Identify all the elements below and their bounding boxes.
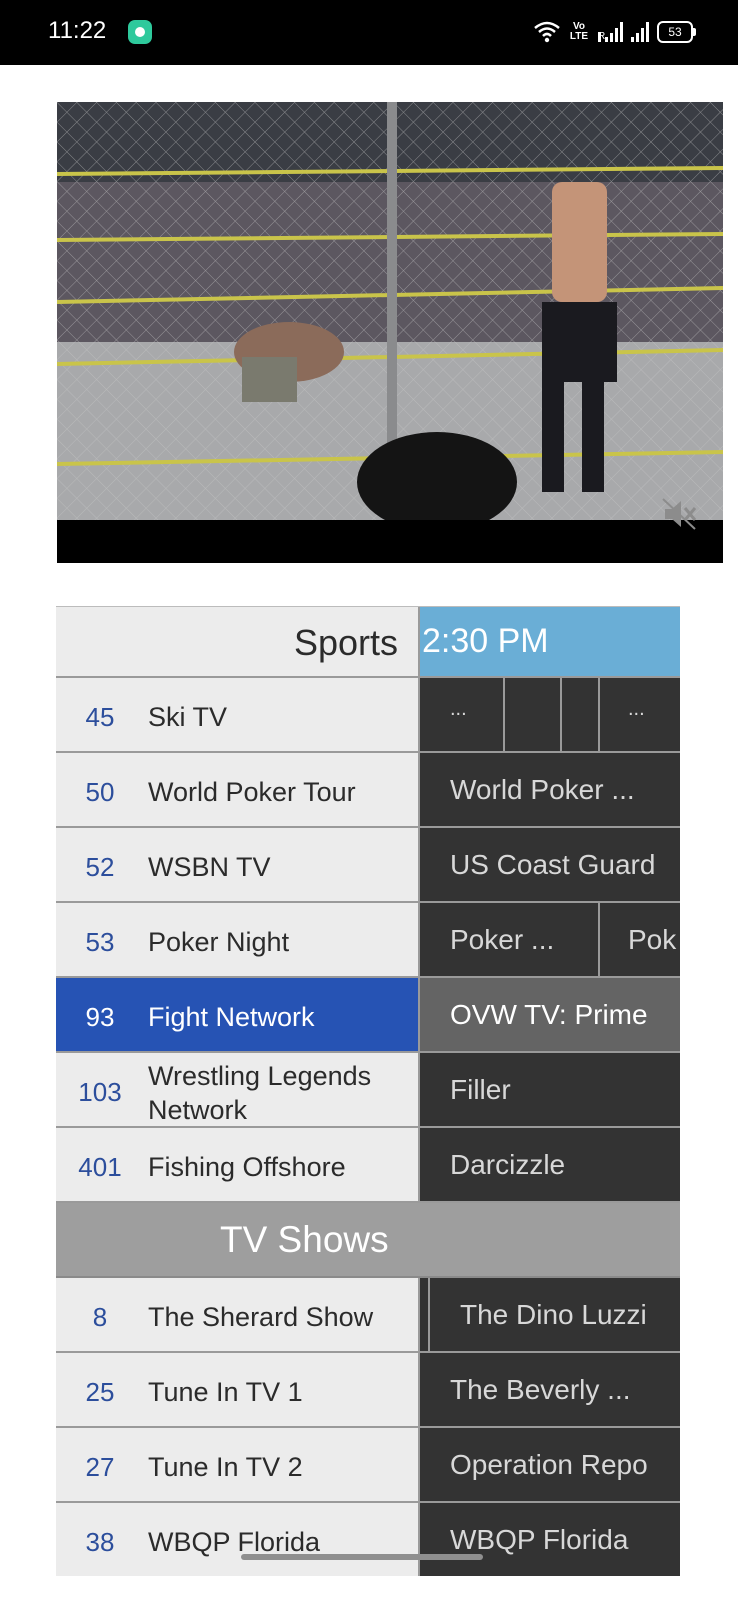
channel-row[interactable]: 8 The Sherard Show The Dino Luzzi <box>56 1278 680 1353</box>
program-cell[interactable]: WBQP Florida <box>420 1503 680 1576</box>
program-title[interactable]: WBQP Florida <box>450 1524 628 1556</box>
channel-row-selected[interactable]: 93 Fight Network OVW TV: Prime <box>56 978 680 1053</box>
home-indicator[interactable] <box>241 1554 483 1560</box>
channel-cell[interactable]: 50 World Poker Tour <box>56 753 420 826</box>
program-title[interactable]: The Dino Luzzi <box>460 1299 647 1331</box>
channel-name: World Poker Tour <box>148 777 356 807</box>
channel-name: The Sherard Show <box>148 1302 374 1332</box>
channel-name: Poker Night <box>148 927 290 957</box>
program-title[interactable]: Operation Repo <box>450 1449 648 1481</box>
program-cell[interactable]: ... ... <box>420 678 680 751</box>
channel-cell[interactable]: 401 Fishing Offshore <box>56 1128 420 1201</box>
program-divider <box>560 678 562 751</box>
program-title[interactable]: Filler <box>450 1074 511 1106</box>
program-cell[interactable]: Operation Repo <box>420 1428 680 1501</box>
channel-cell[interactable]: 93 Fight Network <box>56 978 420 1051</box>
program-title[interactable]: OVW TV: Prime <box>450 999 648 1031</box>
program-title[interactable]: Pok <box>628 924 676 956</box>
app-notification-icon <box>128 20 152 44</box>
channel-row[interactable]: 45 Ski TV ... ... <box>56 678 680 753</box>
program-title[interactable]: ... <box>628 698 645 721</box>
channel-cell[interactable]: 38 WBQP Florida <box>56 1503 420 1576</box>
category-title: Sports <box>293 622 398 663</box>
program-divider <box>598 903 600 976</box>
channel-name: Fight Network <box>148 1002 315 1032</box>
program-title[interactable]: ... <box>450 698 467 721</box>
channel-number: 53 <box>85 927 115 957</box>
category-header-sports: Sports 2:30 PM <box>56 606 680 678</box>
status-bar: 11:22 Vo LTE R 53 <box>0 0 738 65</box>
volte-icon: Vo LTE <box>569 21 589 42</box>
channel-row[interactable]: 53 Poker Night Poker ... Pok <box>56 903 680 978</box>
program-cell[interactable]: OVW TV: Prime <box>420 978 680 1051</box>
channel-cell[interactable]: 45 Ski TV <box>56 678 420 751</box>
video-frame[interactable] <box>57 102 723 520</box>
channel-cell[interactable]: 103 Wrestling Legends Network <box>56 1053 420 1126</box>
channel-row[interactable]: 38 WBQP Florida WBQP Florida <box>56 1503 680 1576</box>
channel-row[interactable]: 401 Fishing Offshore Darcizzle <box>56 1128 680 1203</box>
channel-row[interactable]: 50 World Poker Tour World Poker ... <box>56 753 680 828</box>
category-title: TV Shows <box>220 1219 389 1260</box>
channel-number: 45 <box>85 702 115 732</box>
program-title[interactable]: World Poker ... <box>450 774 635 806</box>
channel-name: WSBN TV <box>148 852 271 882</box>
wifi-icon <box>534 21 560 43</box>
channel-number: 52 <box>85 852 115 882</box>
channel-name: Tune In TV 1 <box>148 1377 303 1407</box>
signal-icon-sim2 <box>631 22 649 42</box>
channel-number: 25 <box>85 1377 115 1407</box>
program-cell[interactable]: Poker ... Pok <box>420 903 680 976</box>
channel-name: Tune In TV 2 <box>148 1452 303 1482</box>
channel-name: Wrestling Legends Network <box>148 1061 372 1125</box>
channel-number: 38 <box>85 1527 115 1557</box>
channel-name: Ski TV <box>148 702 228 732</box>
channel-row[interactable]: 103 Wrestling Legends Network Filler <box>56 1053 680 1128</box>
channel-number: 8 <box>92 1302 108 1332</box>
channel-cell[interactable]: 25 Tune In TV 1 <box>56 1353 420 1426</box>
time-slot-header[interactable]: 2:30 PM <box>420 607 680 676</box>
program-cell[interactable]: The Beverly ... <box>420 1353 680 1426</box>
channel-number: 27 <box>85 1452 115 1482</box>
battery-icon: 53 <box>657 21 696 43</box>
signal-icon-sim1: R <box>598 22 623 42</box>
category-title-cell: Sports <box>56 607 420 676</box>
program-divider <box>428 1278 430 1351</box>
time-slot-label: 2:30 PM <box>422 622 549 660</box>
channel-row[interactable]: 27 Tune In TV 2 Operation Repo <box>56 1428 680 1503</box>
program-cell[interactable]: US Coast Guard <box>420 828 680 901</box>
program-title[interactable]: US Coast Guard <box>450 849 655 881</box>
video-player[interactable] <box>57 102 723 563</box>
channel-name: Fishing Offshore <box>148 1152 346 1182</box>
program-title[interactable]: The Beverly ... <box>450 1374 631 1406</box>
category-header-tv-shows: TV Shows <box>56 1203 680 1278</box>
channel-number: 401 <box>78 1152 122 1182</box>
program-cell[interactable]: Darcizzle <box>420 1128 680 1201</box>
channel-number: 50 <box>85 777 115 807</box>
video-scene <box>57 102 723 520</box>
roaming-label: R <box>598 31 606 42</box>
channel-row[interactable]: 52 WSBN TV US Coast Guard <box>56 828 680 903</box>
status-icons: Vo LTE R 53 <box>534 18 696 46</box>
tv-guide: Sports 2:30 PM 45 Ski TV ... ... 50 Worl… <box>56 606 680 1576</box>
program-cell[interactable]: The Dino Luzzi <box>420 1278 680 1351</box>
channel-number: 103 <box>78 1077 122 1107</box>
program-cell[interactable]: Filler <box>420 1053 680 1126</box>
channel-cell[interactable]: 52 WSBN TV <box>56 828 420 901</box>
program-divider <box>598 678 600 751</box>
program-title[interactable]: Poker ... <box>450 924 554 956</box>
status-time: 11:22 <box>48 17 107 44</box>
program-cell[interactable]: World Poker ... <box>420 753 680 826</box>
channel-cell[interactable]: 8 The Sherard Show <box>56 1278 420 1351</box>
program-divider <box>503 678 505 751</box>
channel-cell[interactable]: 53 Poker Night <box>56 903 420 976</box>
channel-cell[interactable]: 27 Tune In TV 2 <box>56 1428 420 1501</box>
volume-mute-icon[interactable] <box>661 497 697 531</box>
channel-row[interactable]: 25 Tune In TV 1 The Beverly ... <box>56 1353 680 1428</box>
program-title[interactable]: Darcizzle <box>450 1149 565 1181</box>
channel-number: 93 <box>85 1002 115 1032</box>
